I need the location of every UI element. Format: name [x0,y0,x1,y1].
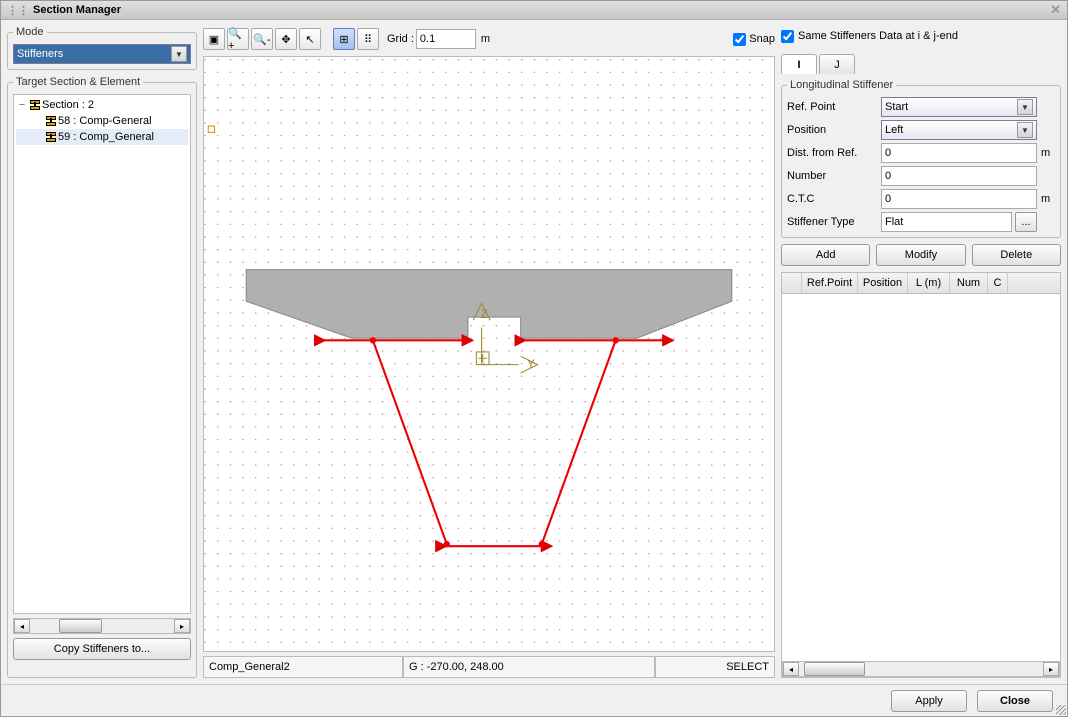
scroll-thumb[interactable] [59,619,102,633]
snap-checkbox[interactable] [733,33,746,46]
tab-i[interactable]: I [781,54,817,74]
collapse-icon[interactable]: − [16,99,28,111]
tree-hscroll[interactable]: ◂ ▸ [13,618,191,634]
status-mode: SELECT [655,656,775,678]
apply-button[interactable]: Apply [891,690,967,712]
chevron-down-icon[interactable]: ▼ [1017,122,1033,138]
same-stiffeners-label: Same Stiffeners Data at i & j-end [798,30,958,42]
ref-point-combo[interactable]: Start▼ [881,97,1037,117]
status-section-name: Comp_General2 [203,656,403,678]
table-hscroll[interactable]: ◂ ▸ [782,661,1060,677]
zoom-in-icon[interactable]: 🔍+ [227,28,249,50]
tree-item[interactable]: 59 : Comp_General [16,129,188,145]
snap-point-icon[interactable]: ⠿ [357,28,379,50]
target-legend: Target Section & Element [13,76,143,88]
ctc-label: C.T.C [787,193,877,205]
drag-handle-icon: ⋮⋮ [7,4,29,17]
select-icon[interactable]: ↖ [299,28,321,50]
tree-item-label: 58 : Comp-General [58,115,152,127]
scroll-left-icon[interactable]: ◂ [783,662,799,676]
delete-button[interactable]: Delete [972,244,1061,266]
grid-unit: m [481,33,490,45]
dist-label: Dist. from Ref. [787,147,877,159]
tree-item-label: 59 : Comp_General [58,131,154,143]
snap-grid-icon[interactable]: ⊞ [333,28,355,50]
window-title: Section Manager [33,4,121,16]
table-col-header[interactable]: Position [858,273,908,293]
ibeam-icon [30,100,40,110]
tree-item[interactable]: 58 : Comp-General [16,113,188,129]
mode-legend: Mode [13,26,47,38]
mode-group: Mode Stiffeners ▼ [7,26,197,70]
position-label: Position [787,124,877,136]
svg-text:Y: Y [527,358,535,371]
table-col-header[interactable]: L (m) [908,273,950,293]
ibeam-icon [46,132,56,142]
scroll-track[interactable] [30,619,174,633]
tab-j[interactable]: J [819,54,855,74]
table-col-header[interactable]: Ref.Point [802,273,858,293]
grid-label: Grid : [387,33,414,45]
table-col-header[interactable] [782,273,802,293]
close-icon[interactable]: ✕ [1050,2,1061,18]
pan-icon[interactable]: ✥ [275,28,297,50]
ij-tabs: I J [781,54,1061,74]
scroll-right-icon[interactable]: ▸ [1043,662,1059,676]
section-canvas[interactable]: Z Y [203,56,775,652]
close-button[interactable]: Close [977,690,1053,712]
stiff-type-browse-button[interactable]: ... [1015,212,1037,232]
tree-root[interactable]: − Section : 2 [16,97,188,113]
dialog-footer: Apply Close [1,684,1067,716]
tree-root-label: Section : 2 [42,99,94,111]
scroll-thumb[interactable] [804,662,865,676]
copy-stiffeners-button[interactable]: Copy Stiffeners to... [13,638,191,660]
number-label: Number [787,170,877,182]
target-group: Target Section & Element − Section : 2 5… [7,76,197,678]
longitudinal-legend: Longitudinal Stiffener [787,79,896,91]
position-combo[interactable]: Left▼ [881,120,1037,140]
chevron-down-icon[interactable]: ▼ [171,46,187,62]
scroll-left-icon[interactable]: ◂ [14,619,30,633]
canvas-toolbar: ▣ 🔍+ 🔍- ✥ ↖ ⊞ ⠿ Grid : m Snap [203,26,775,52]
table-col-header[interactable]: C [988,273,1008,293]
status-coordinates: G : -270.00, 248.00 [403,656,655,678]
modify-button[interactable]: Modify [876,244,965,266]
grid-input[interactable] [416,29,476,49]
ctc-input[interactable] [881,189,1037,209]
add-button[interactable]: Add [781,244,870,266]
longitudinal-group: Longitudinal Stiffener Ref. Point Start▼… [781,79,1061,238]
number-input[interactable] [881,166,1037,186]
same-stiffeners-row[interactable]: Same Stiffeners Data at i & j-end [781,26,1061,46]
scroll-right-icon[interactable]: ▸ [174,619,190,633]
ibeam-icon [46,116,56,126]
mode-combo[interactable]: Stiffeners ▼ [13,44,191,64]
snap-label: Snap [749,33,775,45]
svg-text:Z: Z [481,308,488,321]
ctc-unit: m [1041,193,1055,205]
dist-input[interactable] [881,143,1037,163]
mode-value: Stiffeners [17,48,63,60]
stiff-type-label: Stiffener Type [787,216,877,228]
dist-unit: m [1041,147,1055,159]
zoom-fit-icon[interactable]: ▣ [203,28,225,50]
table-col-header[interactable]: Num [950,273,988,293]
same-stiffeners-checkbox[interactable] [781,30,794,43]
table-body[interactable] [782,294,1060,661]
section-tree[interactable]: − Section : 2 58 : Comp-General 59 : Com… [13,94,191,614]
stiff-type-input[interactable] [881,212,1012,232]
scroll-track[interactable] [799,662,1043,676]
ref-point-label: Ref. Point [787,101,877,113]
zoom-out-icon[interactable]: 🔍- [251,28,273,50]
table-header: Ref.PointPositionL (m)NumC [782,273,1060,294]
canvas-statusbar: Comp_General2 G : -270.00, 248.00 SELECT [203,656,775,678]
stiffener-table[interactable]: Ref.PointPositionL (m)NumC ◂ ▸ [781,272,1061,678]
chevron-down-icon[interactable]: ▼ [1017,99,1033,115]
titlebar[interactable]: ⋮⋮ Section Manager ✕ [1,1,1067,20]
